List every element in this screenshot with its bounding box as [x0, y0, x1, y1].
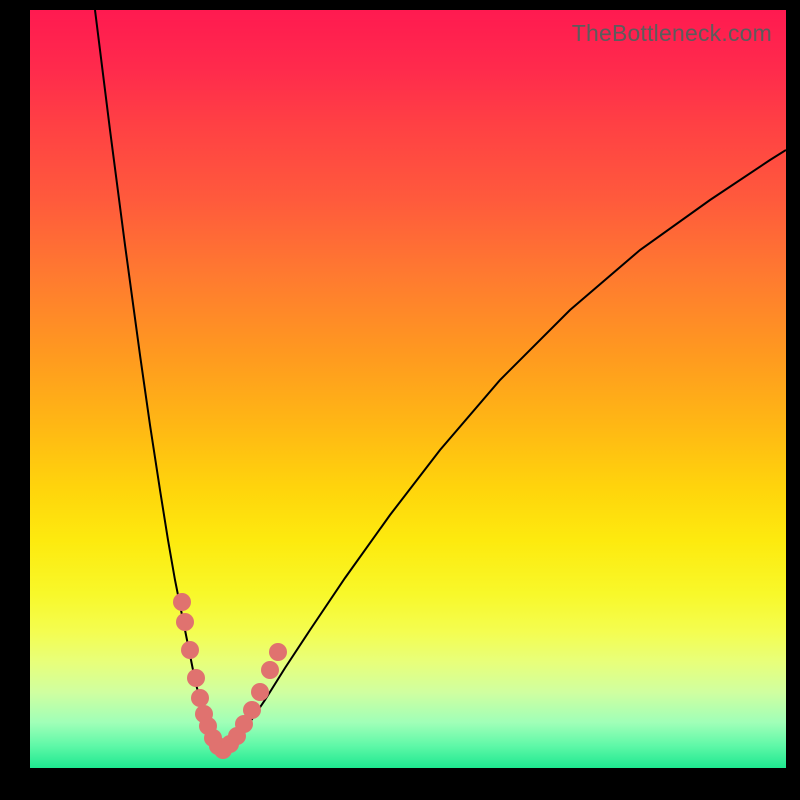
data-dot — [269, 643, 287, 661]
watermark-text: TheBottleneck.com — [572, 20, 772, 47]
data-dot — [243, 701, 261, 719]
data-dot — [251, 683, 269, 701]
curve-layer — [30, 10, 786, 768]
left-dot-cluster — [173, 593, 232, 759]
data-dot — [191, 689, 209, 707]
plot-area: TheBottleneck.com — [30, 10, 786, 768]
data-dot — [261, 661, 279, 679]
chart-frame: TheBottleneck.com — [0, 0, 800, 800]
right-dot-cluster — [221, 643, 287, 753]
data-dot — [181, 641, 199, 659]
data-dot — [173, 593, 191, 611]
data-dot — [176, 613, 194, 631]
data-dot — [187, 669, 205, 687]
right-curve — [225, 150, 786, 748]
left-curve — [95, 10, 220, 746]
